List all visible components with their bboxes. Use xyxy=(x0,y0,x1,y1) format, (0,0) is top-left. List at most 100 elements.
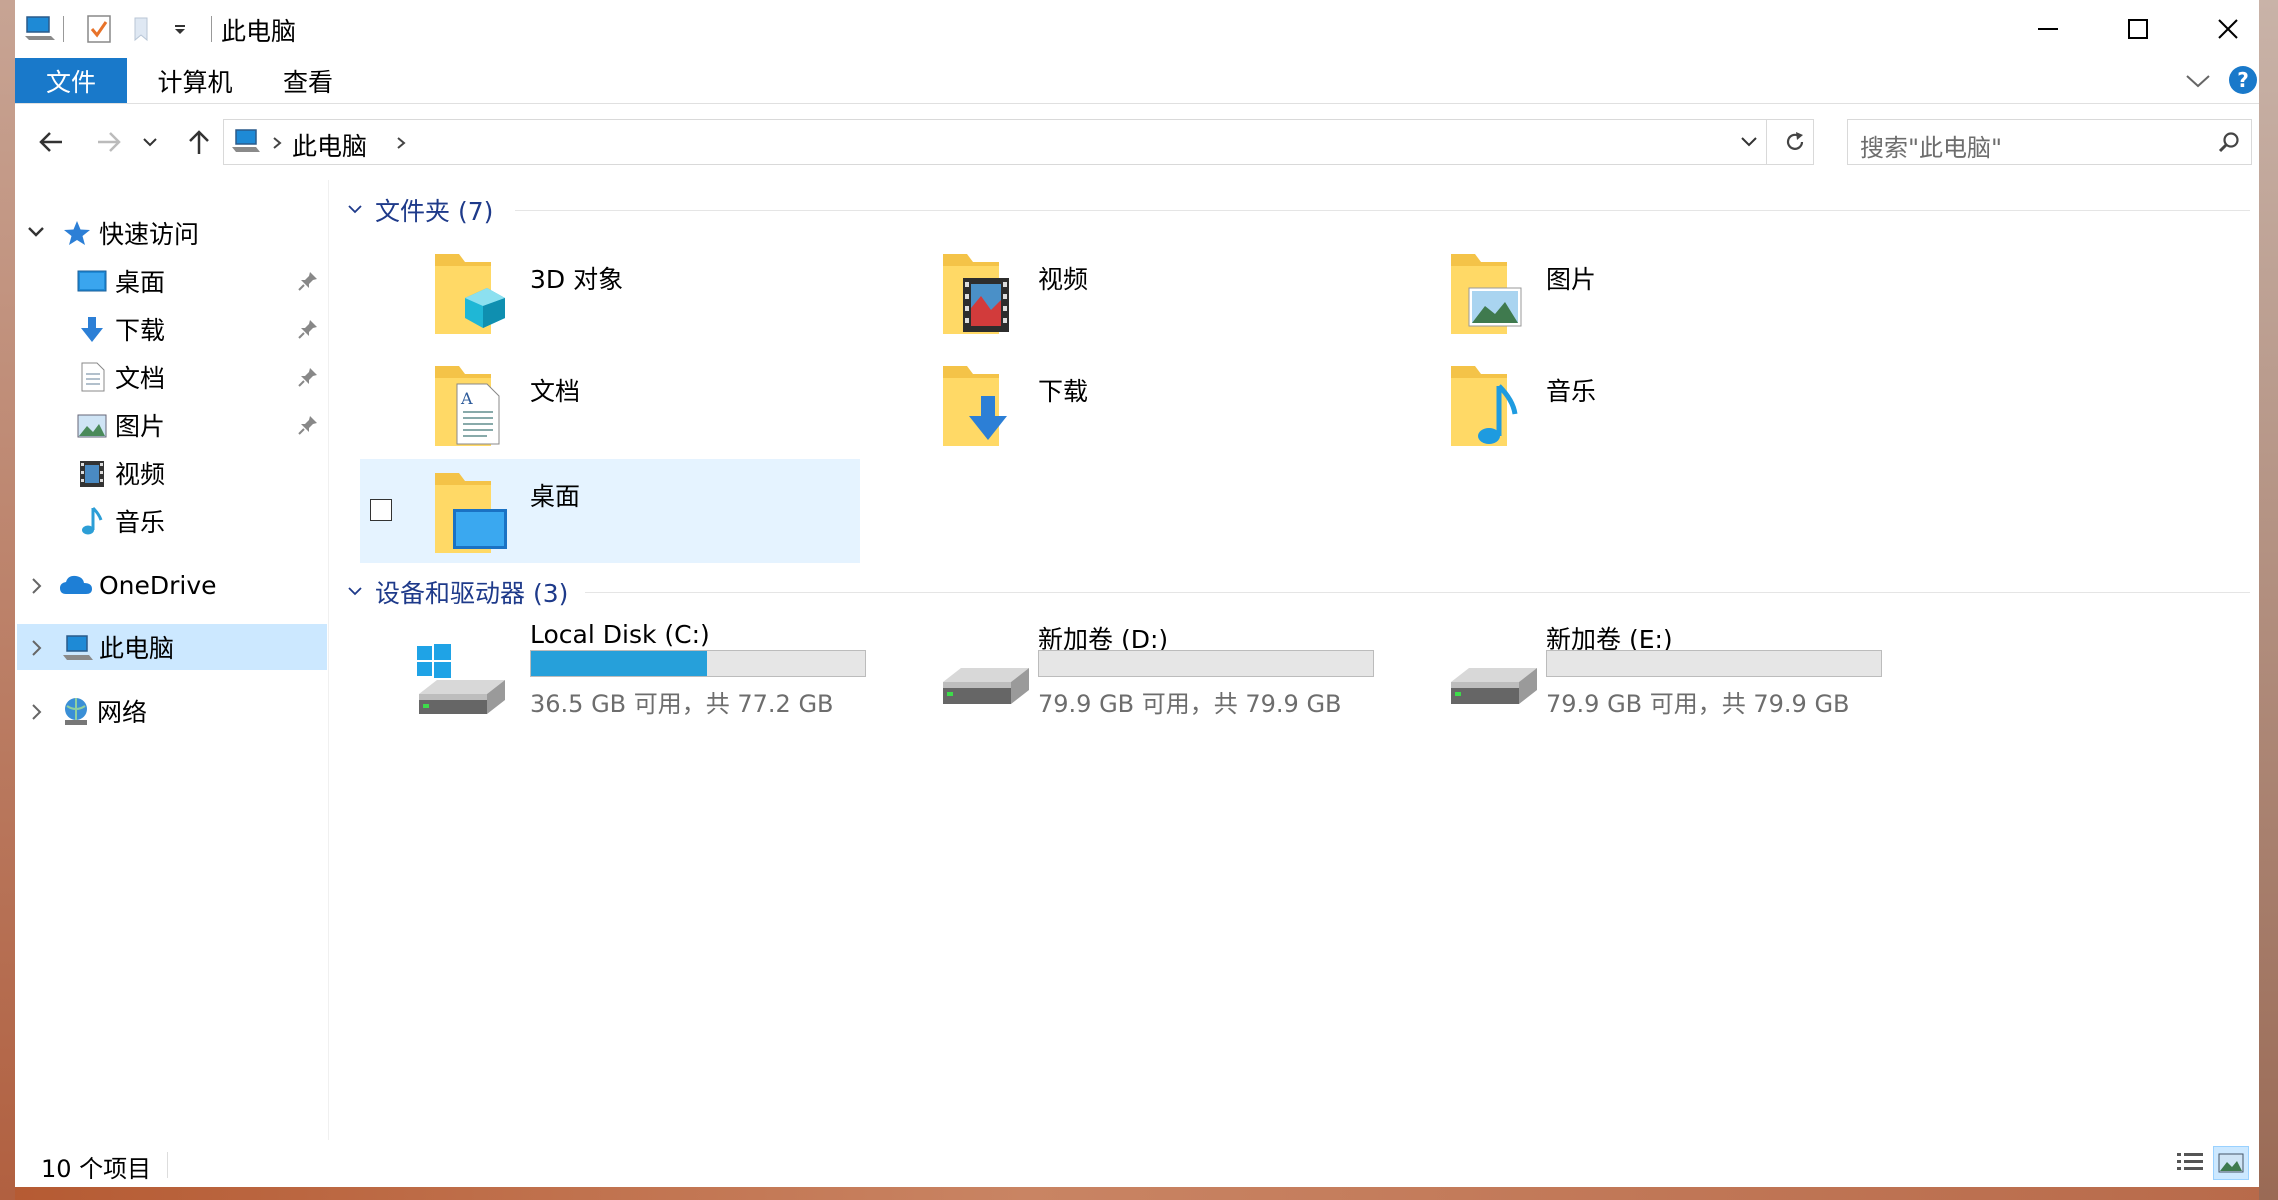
chevron-down-icon xyxy=(143,138,157,147)
quick-access-toolbar-dropdown-icon[interactable] xyxy=(173,24,187,36)
refresh-button[interactable] xyxy=(1777,119,1814,165)
status-divider xyxy=(167,1152,168,1178)
folder-item-pictures[interactable]: 图片 xyxy=(1391,244,1891,348)
folder-item-videos[interactable]: 视频 xyxy=(883,244,1383,348)
explorer-window: 此电脑 文件 计算机 查看 ? 此电脑 搜索"此电脑" 快速访问 桌面 下载 文… xyxy=(15,0,2259,1187)
search-icon[interactable] xyxy=(2218,131,2240,153)
folder-name: 视频 xyxy=(1038,265,1089,294)
drive-usage-bar xyxy=(530,650,866,677)
onedrive-cloud-icon xyxy=(60,575,92,594)
sidebar-item-label: OneDrive xyxy=(99,570,217,600)
drive-item-c[interactable]: Local Disk (C:) 36.5 GB 可用，共 77.2 GB xyxy=(375,620,875,730)
pane-divider xyxy=(328,180,329,1140)
chevron-right-icon[interactable] xyxy=(31,577,43,595)
drives-section-header[interactable]: 设备和驱动器 (3) xyxy=(345,572,2255,612)
status-item-count: 10 个项目 xyxy=(41,1155,152,1183)
folder-videos-icon xyxy=(943,254,1009,334)
drive-name: Local Disk (C:) xyxy=(530,620,710,649)
sidebar-item-videos[interactable]: 视频 xyxy=(15,450,325,496)
maximize-button[interactable] xyxy=(2093,0,2183,58)
pin-icon[interactable] xyxy=(297,270,319,292)
sidebar-item-downloads[interactable]: 下载 xyxy=(15,306,325,352)
chevron-down-icon[interactable] xyxy=(27,226,45,238)
folder-desktop-icon xyxy=(435,473,507,553)
folders-section-title: 文件夹 (7) xyxy=(375,197,494,226)
system-drive-icon xyxy=(417,644,505,714)
tab-file-label: 文件 xyxy=(45,67,96,97)
drives-section-title: 设备和驱动器 (3) xyxy=(375,579,569,608)
folder-item-documents[interactable]: A 文档 xyxy=(375,356,875,460)
properties-icon[interactable] xyxy=(87,15,111,43)
folder-item-3d-objects[interactable]: 3D 对象 xyxy=(375,244,875,348)
breadcrumb-chevron-icon[interactable] xyxy=(396,136,406,150)
sidebar-item-label: 快速访问 xyxy=(99,220,200,249)
up-button[interactable] xyxy=(177,120,221,164)
sidebar-item-label: 下载 xyxy=(115,316,166,345)
tab-view-label: 查看 xyxy=(282,67,333,97)
window-title: 此电脑 xyxy=(221,17,297,46)
breadcrumb-chevron-icon[interactable] xyxy=(272,136,282,150)
search-input[interactable]: 搜索"此电脑" xyxy=(1860,128,2002,163)
sidebar-item-label: 文档 xyxy=(115,364,166,393)
drive-item-e[interactable]: 新加卷 (E:) 79.9 GB 可用，共 79.9 GB xyxy=(1391,620,1891,730)
section-divider xyxy=(585,592,2250,593)
tab-view[interactable]: 查看 xyxy=(263,58,353,103)
sidebar-item-onedrive[interactable]: OneDrive xyxy=(15,562,325,608)
folder-name: 音乐 xyxy=(1546,377,1597,406)
recent-locations-button[interactable] xyxy=(135,120,165,164)
address-divider xyxy=(1766,120,1767,164)
pin-icon[interactable] xyxy=(297,318,319,340)
help-icon: ? xyxy=(2237,68,2249,92)
desktop-background-right xyxy=(2259,0,2278,1200)
title-separator xyxy=(63,16,64,42)
address-history-dropdown-icon[interactable] xyxy=(1740,136,1758,148)
computer-icon[interactable] xyxy=(25,14,55,42)
title-bar: 此电脑 xyxy=(15,0,2259,58)
minimize-icon xyxy=(2038,28,2058,30)
folder-name: 3D 对象 xyxy=(530,265,624,294)
item-select-checkbox[interactable] xyxy=(370,499,392,521)
folder-pictures-icon xyxy=(1451,254,1522,334)
chevron-right-icon[interactable] xyxy=(31,703,43,721)
folder-item-desktop[interactable]: 桌面 xyxy=(360,459,860,563)
drive-usage-fill xyxy=(531,651,708,676)
sidebar-item-pictures[interactable]: 图片 xyxy=(15,402,325,448)
breadcrumb-this-pc[interactable]: 此电脑 xyxy=(292,127,367,163)
search-box[interactable]: 搜索"此电脑" xyxy=(1847,119,2252,165)
music-icon xyxy=(82,506,103,535)
tab-computer-label: 计算机 xyxy=(157,67,233,97)
minimize-button[interactable] xyxy=(2003,0,2093,58)
drive-item-d[interactable]: 新加卷 (D:) 79.9 GB 可用，共 79.9 GB xyxy=(883,620,1383,730)
new-folder-icon[interactable] xyxy=(133,16,155,42)
folder-name: 桌面 xyxy=(530,482,581,511)
folders-section-header[interactable]: 文件夹 (7) xyxy=(345,190,2255,230)
forward-button[interactable] xyxy=(87,120,131,164)
sidebar-item-documents[interactable]: 文档 xyxy=(15,354,325,400)
drive-usage-bar xyxy=(1546,650,1882,677)
chevron-right-icon[interactable] xyxy=(31,639,43,657)
sidebar-item-label: 音乐 xyxy=(115,508,166,537)
back-arrow-icon xyxy=(39,132,62,152)
sidebar-item-music[interactable]: 音乐 xyxy=(15,498,325,544)
folder-music-icon xyxy=(1451,366,1518,446)
expand-ribbon-icon[interactable] xyxy=(2185,72,2211,90)
back-button[interactable] xyxy=(29,120,73,164)
large-icons-view-button[interactable] xyxy=(2213,1146,2249,1180)
up-arrow-icon xyxy=(189,130,209,154)
close-button[interactable] xyxy=(2183,0,2259,58)
details-view-icon[interactable] xyxy=(2175,1150,2205,1176)
help-button[interactable]: ? xyxy=(2229,66,2257,94)
sidebar-item-label: 视频 xyxy=(115,460,166,489)
folder-item-music[interactable]: 音乐 xyxy=(1391,356,1891,460)
tab-computer[interactable]: 计算机 xyxy=(143,58,247,103)
pin-icon[interactable] xyxy=(297,414,319,436)
folder-item-downloads[interactable]: 下载 xyxy=(883,356,1383,460)
pin-icon[interactable] xyxy=(297,366,319,388)
tab-file[interactable]: 文件 xyxy=(15,58,127,103)
sidebar-item-this-pc[interactable]: 此电脑 xyxy=(17,624,327,670)
sidebar-item-desktop[interactable]: 桌面 xyxy=(15,258,325,304)
sidebar-item-quick-access[interactable]: 快速访问 xyxy=(15,210,325,256)
address-bar[interactable]: 此电脑 xyxy=(223,119,1779,165)
sidebar-item-network[interactable]: 网络 xyxy=(15,688,325,734)
address-computer-icon xyxy=(232,129,260,152)
